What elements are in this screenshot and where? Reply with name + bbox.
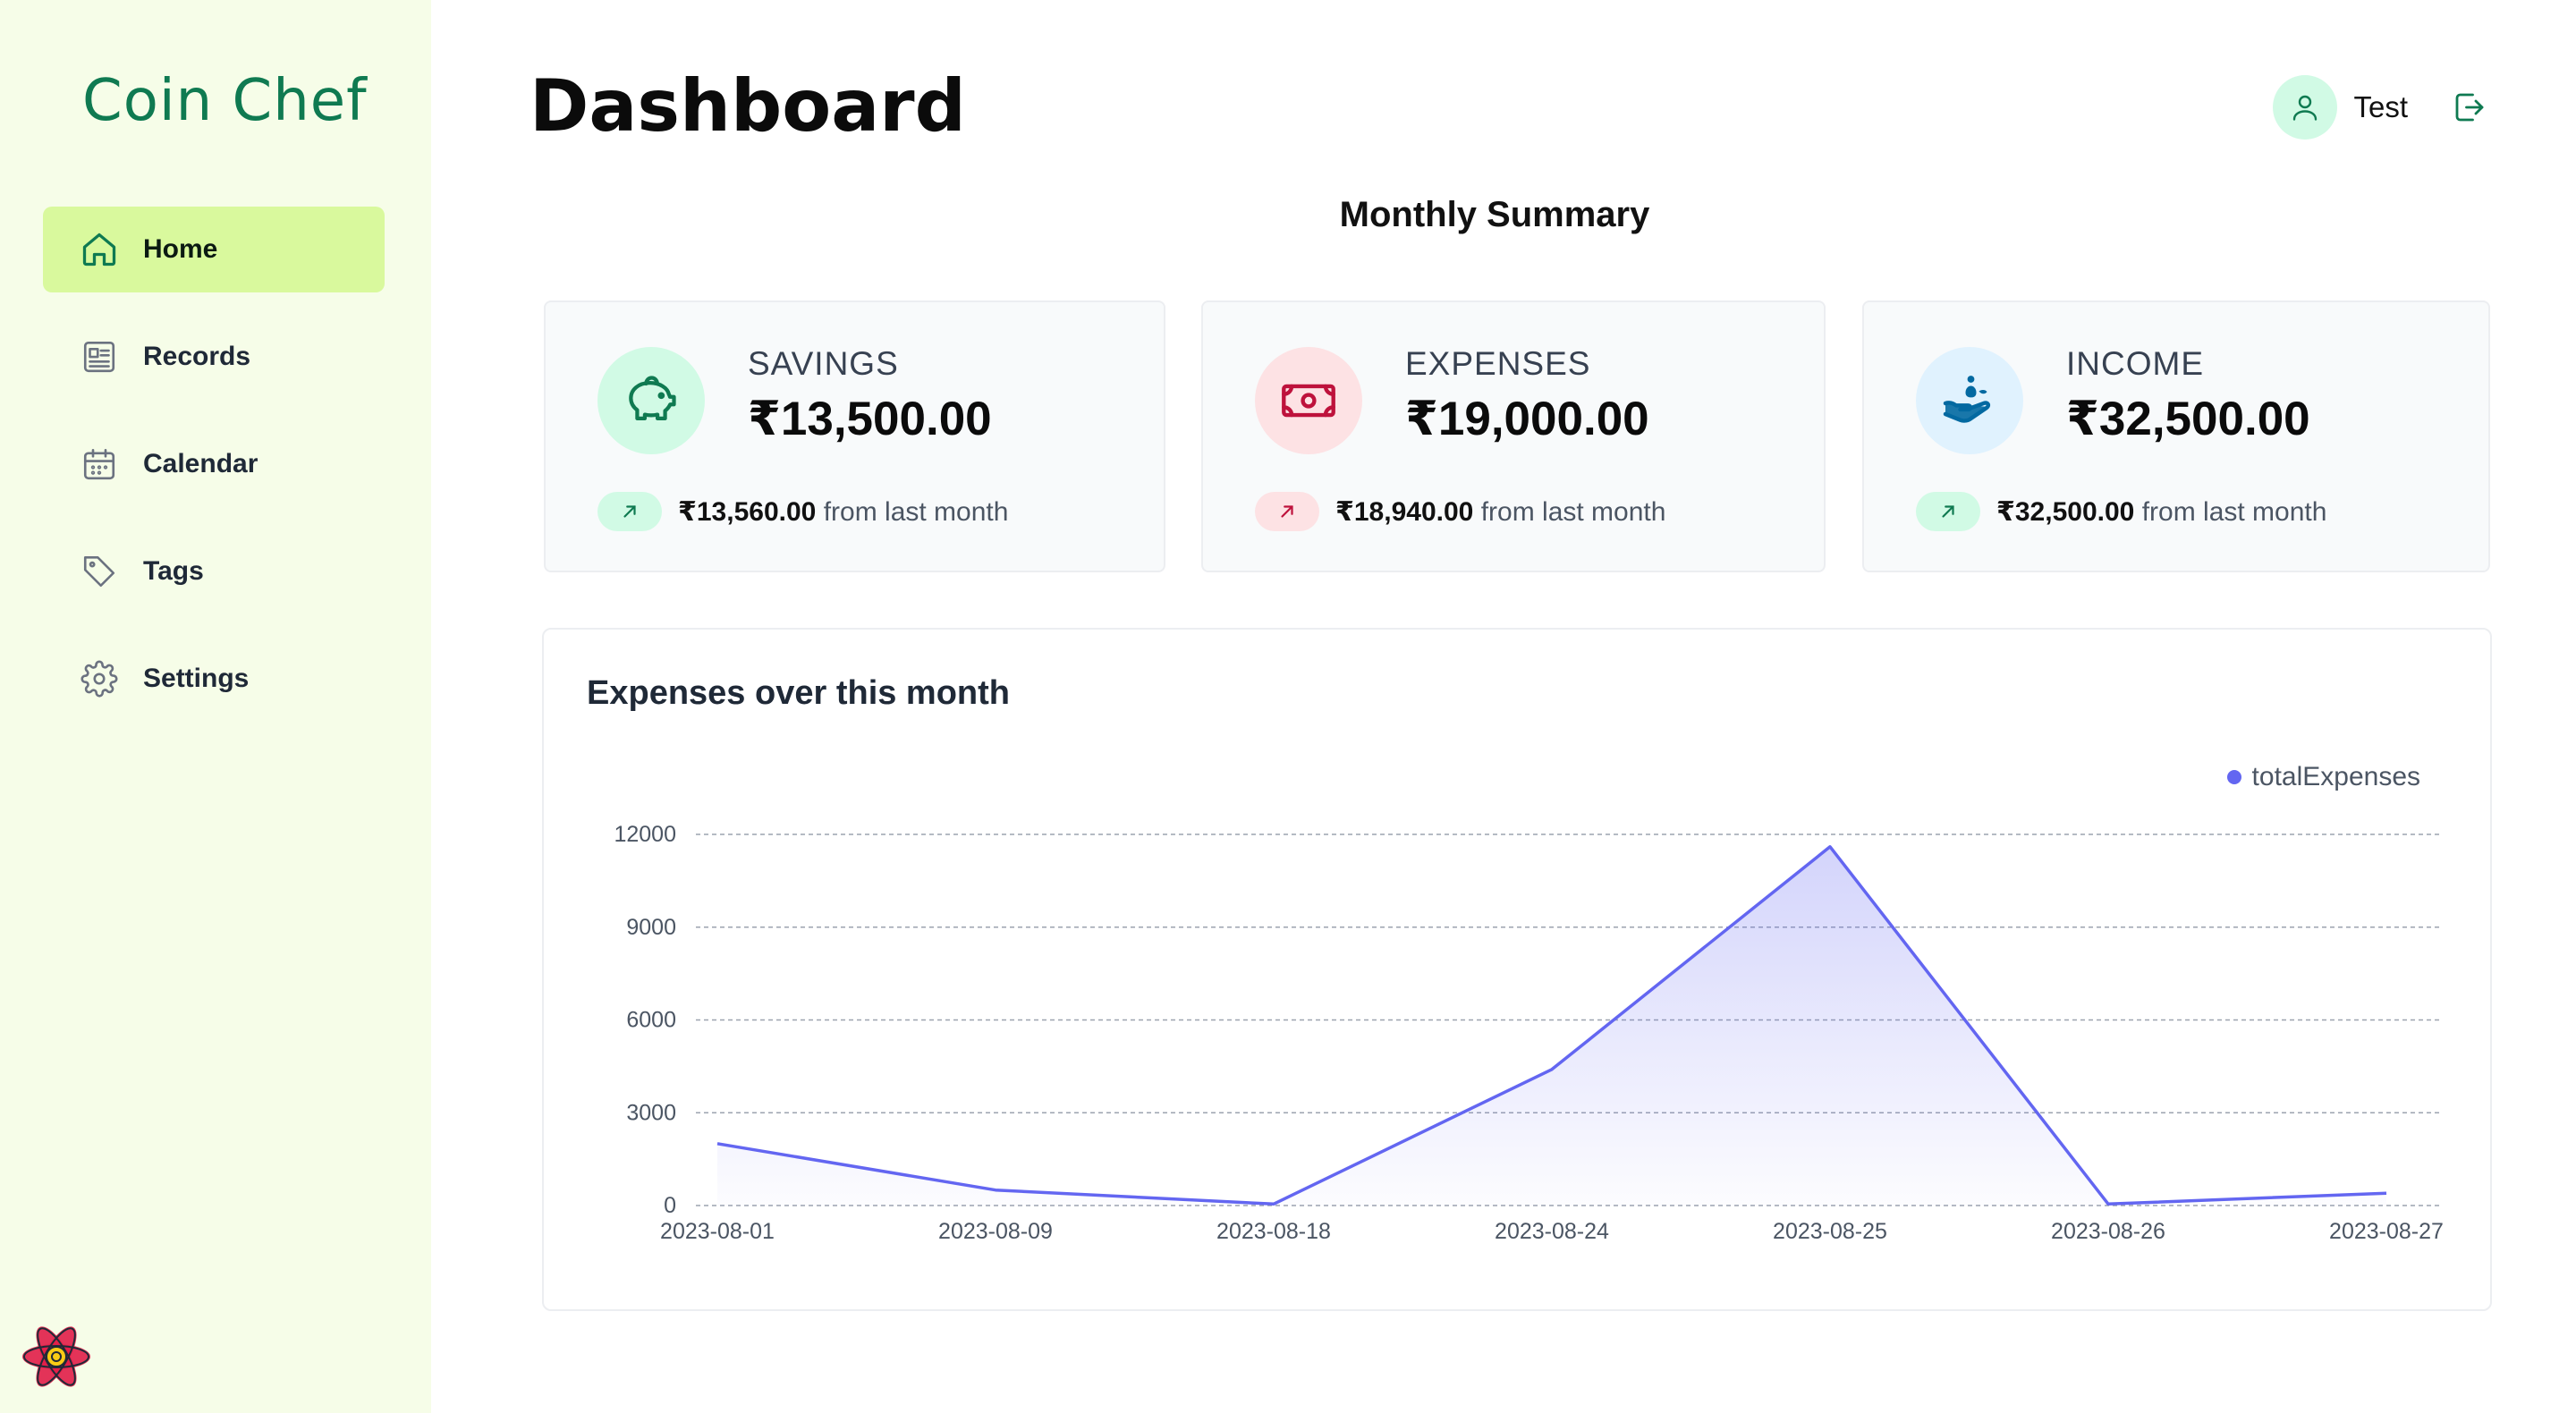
- data-point[interactable]: [1544, 1062, 1560, 1078]
- trend-value: ₹32,500.00: [1996, 496, 2135, 527]
- expenses-card: EXPENSES ₹19,000.00 ₹18,940.00 from last…: [1201, 300, 1826, 572]
- card-label: SAVINGS: [748, 345, 899, 382]
- react-logo-icon[interactable]: [20, 1320, 93, 1393]
- data-point[interactable]: [1266, 1196, 1282, 1212]
- chart-area: [717, 846, 2386, 1206]
- gear-icon: [79, 658, 120, 699]
- card-amount: ₹13,500.00: [748, 393, 992, 445]
- trend-suffix: from last month: [2141, 496, 2327, 527]
- expenses-chart: 0 3000 6000 9000 12000 2023-08-01 2023-08-09 2…: [614, 822, 2444, 1244]
- sidebar-item-label: Home: [143, 234, 218, 264]
- card-amount: ₹32,500.00: [2066, 393, 2310, 445]
- card-amount: ₹19,000.00: [1405, 393, 1649, 445]
- logout-icon: [2455, 93, 2484, 122]
- trend-value: ₹13,560.00: [678, 496, 817, 527]
- y-tick-label: 3000: [626, 1100, 676, 1125]
- home-icon: [79, 229, 120, 270]
- y-tick-label: 6000: [626, 1008, 676, 1033]
- records-icon: [79, 336, 120, 377]
- x-tick-label: 2023-08-18: [1216, 1219, 1331, 1244]
- y-tick-label: 9000: [626, 915, 676, 940]
- data-point[interactable]: [1822, 839, 1838, 855]
- sidebar-item-label: Records: [143, 342, 251, 371]
- arrow-up-right-icon: [1916, 492, 1980, 531]
- sidebar-item-settings[interactable]: Settings: [43, 636, 385, 722]
- sidebar-item-label: Settings: [143, 664, 250, 693]
- user-area: Test: [2273, 75, 2490, 140]
- sidebar-item-calendar[interactable]: Calendar: [43, 421, 385, 507]
- banknote-icon: [1255, 347, 1362, 454]
- expenses-chart-card: Expenses over this month totalExpenses 0…: [542, 628, 2492, 1311]
- page-title: Dashboard: [530, 64, 966, 148]
- calendar-icon: [79, 444, 120, 485]
- y-tick-label: 0: [664, 1193, 676, 1218]
- card-trend: ₹18,940.00 from last month: [1255, 492, 1665, 531]
- tag-icon: [79, 551, 120, 592]
- user-icon: [2293, 95, 2318, 121]
- x-tick-label: 2023-08-09: [938, 1219, 1053, 1244]
- card-label: INCOME: [2066, 345, 2204, 382]
- section-title: Monthly Summary: [1339, 195, 1650, 234]
- x-tick-label: 2023-08-25: [1773, 1219, 1887, 1244]
- y-tick-label: 12000: [614, 822, 676, 847]
- x-tick-label: 2023-08-27: [2329, 1219, 2444, 1244]
- piggy-bank-icon: [597, 347, 705, 454]
- x-tick-label: 2023-08-24: [1495, 1219, 1609, 1244]
- sidebar-item-home[interactable]: Home: [43, 207, 385, 292]
- x-tick-label: 2023-08-01: [660, 1219, 775, 1244]
- card-trend: ₹13,560.00 from last month: [597, 492, 1008, 531]
- arrow-up-right-icon: [1255, 492, 1319, 531]
- sidebar: Coin Chef Home Records Calendar Tags Set…: [0, 0, 431, 1413]
- trend-suffix: from last month: [1480, 496, 1666, 527]
- data-point[interactable]: [2100, 1196, 2116, 1212]
- sidebar-item-tags[interactable]: Tags: [43, 529, 385, 614]
- trend-suffix: from last month: [823, 496, 1009, 527]
- sidebar-item-records[interactable]: Records: [43, 314, 385, 400]
- hand-coins-icon: [1916, 347, 2023, 454]
- income-card: INCOME ₹32,500.00 ₹32,500.00 from last m…: [1862, 300, 2490, 572]
- card-trend: ₹32,500.00 from last month: [1916, 492, 2326, 531]
- data-point[interactable]: [709, 1136, 725, 1152]
- arrow-up-right-icon: [597, 492, 662, 531]
- savings-card: SAVINGS ₹13,500.00 ₹13,560.00 from last …: [544, 300, 1165, 572]
- username[interactable]: Test: [2353, 90, 2408, 124]
- sidebar-item-label: Calendar: [143, 449, 258, 478]
- brand-logo[interactable]: Coin Chef: [82, 68, 368, 134]
- avatar[interactable]: [2273, 75, 2338, 140]
- trend-value: ₹18,940.00: [1335, 496, 1474, 527]
- data-point[interactable]: [987, 1182, 1004, 1198]
- card-label: EXPENSES: [1405, 345, 1591, 382]
- sidebar-nav: Home Records Calendar Tags Settings: [43, 207, 385, 743]
- sidebar-item-label: Tags: [143, 556, 204, 586]
- logout-button[interactable]: [2449, 87, 2490, 128]
- x-tick-label: 2023-08-26: [2051, 1219, 2165, 1244]
- data-point[interactable]: [2378, 1185, 2394, 1201]
